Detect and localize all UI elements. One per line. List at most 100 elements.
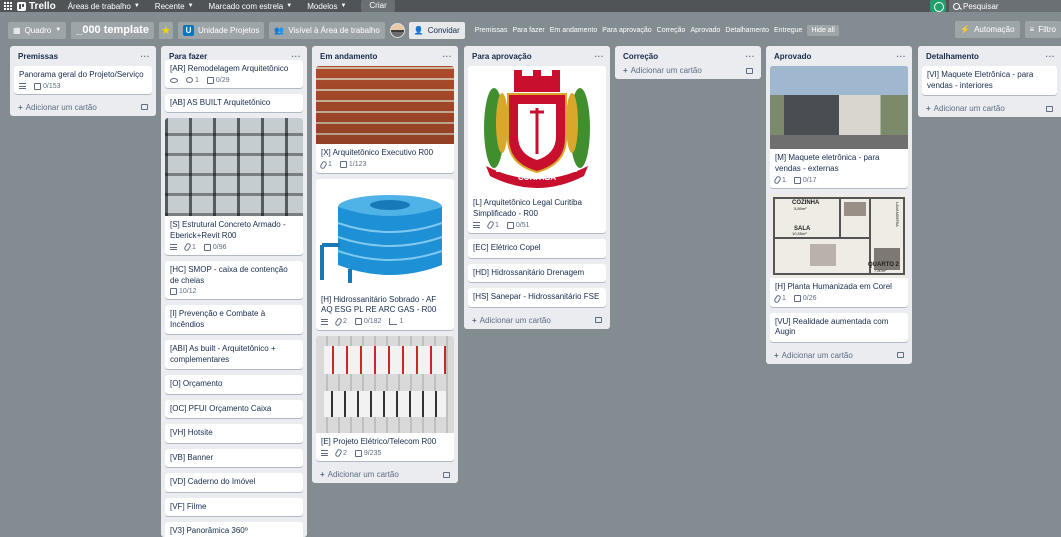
card-title: [AB] AS BUILT Arquitetônico [170, 97, 271, 107]
card[interactable]: [X] Arquitetônico Executivo R00 1 1/123 [316, 66, 454, 173]
card[interactable]: [AR] Remodelagem Arquitetônico 1 0/29 [165, 60, 303, 88]
filter-correcao[interactable]: Correção [657, 27, 686, 34]
add-card-button[interactable]: + Adicionar um cartão [468, 313, 606, 325]
card[interactable]: [VU] Realidade aumentada com Augin [770, 312, 908, 342]
nav-workspaces[interactable]: Áreas de trabalho ▼ [68, 2, 140, 11]
add-card-button[interactable]: + Adicionar um cartão [619, 66, 757, 75]
attachment-icon [183, 242, 192, 252]
filter-para-aprovacao[interactable]: Para aprovação [602, 27, 651, 34]
filter-entregue[interactable]: Entregue [774, 27, 802, 34]
comment-icon [186, 77, 193, 83]
board-view-icon: ▦ [13, 25, 21, 35]
template-icon[interactable] [897, 352, 904, 358]
card[interactable]: [HD] Hidrossanitário Drenagem [468, 263, 606, 282]
more-icon[interactable]: ··· [746, 52, 756, 61]
card-title: [ABI] As built - Arquitetônico + complem… [170, 344, 276, 364]
card[interactable]: [AB] AS BUILT Arquitetônico [165, 93, 303, 112]
view-switcher-button[interactable]: ▦ Quadro ▼ [8, 21, 67, 39]
list-title[interactable]: Detalhamento [926, 52, 979, 61]
card[interactable]: [VH] Hotsite [165, 424, 303, 443]
top-bar: Trello Áreas de trabalho ▼ Recente ▼ Marca… [0, 0, 1061, 12]
trello-logo[interactable]: Trello [17, 1, 56, 12]
template-icon[interactable] [1046, 105, 1053, 112]
filter-button[interactable]: ≡ Filtro [1024, 21, 1061, 38]
card[interactable]: [V3] Panorâmica 360º [165, 522, 303, 537]
workspace-button[interactable]: U Unidade Projetos [177, 21, 265, 39]
template-icon[interactable] [595, 317, 602, 323]
card[interactable]: [S] Estrutural Concreto Armado - Eberick… [165, 118, 303, 255]
card-title: [HC] SMOP - caixa de contenção de cheias [170, 265, 288, 285]
card[interactable]: [VF] Filme [165, 497, 303, 516]
description-icon [321, 318, 328, 325]
card[interactable]: [HC] SMOP - caixa de contenção de cheias… [165, 261, 303, 299]
card[interactable]: [O] Orçamento [165, 375, 303, 394]
template-icon[interactable] [443, 471, 450, 478]
invite-button[interactable]: 👤 Convidar [408, 21, 465, 39]
card-title: [HS] Sanepar - Hidrossanitário FSE [473, 292, 600, 301]
board-title[interactable]: _000 template [71, 21, 154, 39]
more-icon[interactable]: ··· [897, 52, 907, 61]
card[interactable]: [E] Projeto Elétrico/Telecom R00 2 9/235 [316, 335, 454, 461]
add-card-button[interactable]: + Adicionar um cartão [316, 467, 454, 479]
add-card-button[interactable]: + Adicionar um cartão [922, 101, 1057, 113]
nav-templates[interactable]: Modelos ▼ [307, 2, 346, 11]
svg-text:CURITIBA: CURITIBA [518, 173, 556, 182]
coat-of-arms-illustration: CURITIBA 29.3 1693 [484, 70, 590, 188]
more-icon[interactable]: ··· [595, 52, 605, 61]
notification-icon[interactable] [930, 0, 946, 12]
list-title[interactable]: Para aprovação [472, 52, 532, 61]
card[interactable]: CURITIBA 29.3 1693 [L] Arquitetônico Leg… [468, 66, 606, 233]
app-switcher-icon[interactable] [3, 1, 13, 11]
nav-starred[interactable]: Marcado com estrela ▼ [209, 2, 293, 11]
list-title[interactable]: Correção [623, 52, 658, 61]
list-title[interactable]: Para fazer [169, 52, 207, 61]
filter-para-fazer[interactable]: Para fazer [512, 27, 544, 34]
add-user-icon: 👤 [413, 25, 424, 35]
add-card-button[interactable]: + Adicionar um cartão [770, 348, 908, 360]
chevron-down-icon: ▼ [340, 3, 347, 9]
card[interactable]: [VD] Caderno do Imóvel [165, 473, 303, 492]
list-title[interactable]: Premissas [18, 52, 58, 61]
attachment-icon [773, 175, 782, 185]
more-icon[interactable]: ··· [292, 52, 302, 61]
attachment-icon [334, 316, 343, 327]
more-icon[interactable]: ··· [443, 52, 453, 61]
card-title: [S] Estrutural Concreto Armado - Eberick… [170, 220, 286, 240]
card[interactable]: [OC] PFUI Orçamento Caixa [165, 399, 303, 418]
filter-detalhamento[interactable]: Detalhamento [725, 27, 769, 34]
card[interactable]: [I] Prevenção e Combate à Incêndios [165, 305, 303, 334]
card[interactable]: [ABI] As built - Arquitetônico + complem… [165, 340, 303, 369]
quick-filters: Premissas Para fazer Em andamento Para a… [475, 24, 839, 36]
member-avatar[interactable] [389, 22, 405, 38]
search-input[interactable]: Pesquisar [949, 0, 1061, 12]
card[interactable]: [VB] Banner [165, 448, 303, 467]
filter-em-andamento[interactable]: Em andamento [550, 27, 597, 34]
more-icon[interactable]: ··· [141, 52, 151, 61]
template-icon[interactable] [141, 104, 148, 110]
filter-aprovado[interactable]: Aprovado [690, 27, 720, 34]
add-card-button[interactable]: + Adicionar um cartão [14, 100, 152, 112]
card[interactable]: [M] Maquete eletrônica - para vendas - e… [770, 66, 908, 188]
card[interactable]: [EC] Elétrico Copel [468, 239, 606, 258]
card[interactable]: Panorama geral do Projeto/Serviço 0/153 [14, 66, 152, 94]
list-correcao: Correção ··· + Adicionar um cartão [615, 46, 761, 79]
filter-premissas[interactable]: Premissas [475, 27, 508, 34]
attachment-icon [773, 293, 782, 304]
list-title[interactable]: Em andamento [320, 52, 377, 61]
create-button[interactable]: Criar [361, 0, 395, 12]
list-title[interactable]: Aprovado [774, 52, 811, 61]
template-icon[interactable] [746, 67, 753, 74]
visibility-button[interactable]: 👥 Visível à Área de trabalho [269, 21, 385, 39]
card[interactable]: COZINHA 5,89m² SALA 10,55m² QUARTO 2 7,8… [770, 194, 908, 307]
card[interactable]: [VI] Maquete Eletrônica - para vendas - … [922, 66, 1057, 95]
automation-button[interactable]: ⚡ Automação [955, 21, 1020, 38]
svg-text:5,89m²: 5,89m² [794, 206, 807, 211]
card[interactable]: [HS] Sanepar - Hidrossanitário FSE [468, 288, 606, 307]
nav-recent[interactable]: Recente ▼ [155, 2, 194, 11]
more-icon[interactable]: ··· [1046, 52, 1056, 61]
star-icon[interactable]: ★ [158, 21, 173, 39]
people-icon: 👥 [274, 25, 285, 35]
hide-all-button[interactable]: Hide all [807, 24, 839, 36]
card-title: [VU] Realidade aumentada com Augin [775, 316, 889, 337]
card[interactable]: [H] Hidrossanitário Sobrado - AF AQ ESG … [316, 178, 454, 330]
